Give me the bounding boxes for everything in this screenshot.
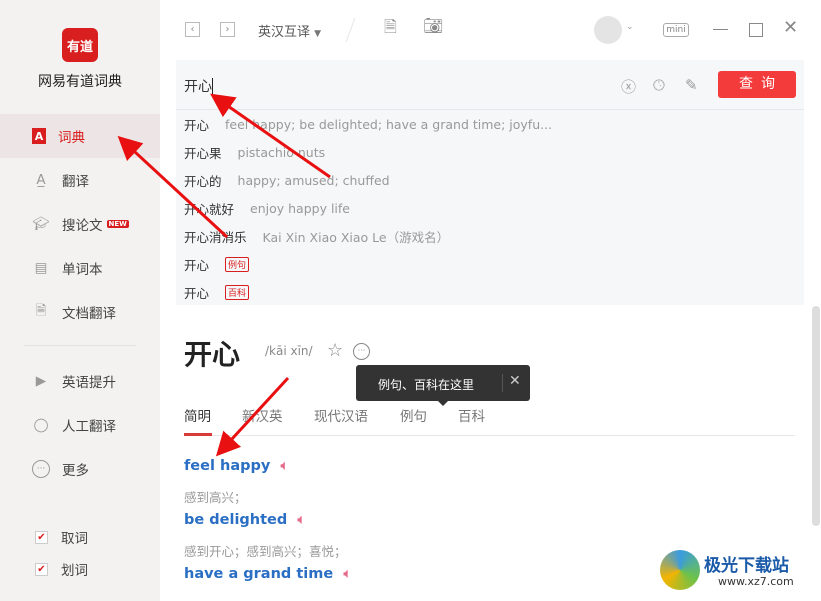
arrow-to-definition [215, 376, 290, 457]
arrow-to-dictionary [117, 135, 229, 239]
annotation-arrows [117, 93, 331, 457]
arrow-to-search-input [210, 93, 331, 179]
